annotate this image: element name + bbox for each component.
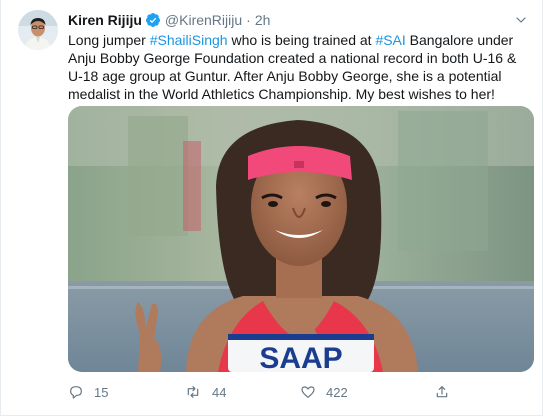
retweet-icon (187, 386, 199, 398)
like-count: 422 (326, 384, 348, 400)
tweet-photo[interactable]: SAAP (68, 106, 534, 372)
caret-down-icon[interactable] (514, 13, 528, 27)
tweet-card[interactable]: Kiren Rijiju @KirenRijiju · 2h Long jump… (0, 0, 543, 416)
hashtag-link[interactable]: #ShailiSingh (150, 32, 228, 48)
header-separator: · (246, 12, 251, 28)
reply-count: 15 (94, 384, 109, 400)
like-icon (301, 386, 315, 398)
share-icon (436, 386, 448, 398)
author-handle[interactable]: @KirenRijiju (165, 12, 242, 28)
reply-button[interactable]: 15 (68, 381, 108, 403)
author-avatar[interactable] (18, 10, 58, 50)
author-name[interactable]: Kiren Rijiju (68, 12, 142, 28)
tweet-text: Long jumper #ShailiSingh who is being tr… (68, 31, 534, 103)
share-button[interactable] (434, 381, 460, 403)
retweet-button[interactable]: 44 (184, 381, 226, 403)
tweet-header: Kiren Rijiju @KirenRijiju · 2h (68, 11, 528, 29)
bib-text: SAAP (259, 342, 342, 372)
tweet-timestamp[interactable]: 2h (255, 12, 271, 28)
tweet-text-part: who is being trained at (227, 32, 376, 48)
tweet-actions: 15 44 422 (68, 381, 468, 403)
retweet-count: 44 (212, 384, 227, 400)
tweet-text-part: Long jumper (68, 32, 150, 48)
like-button[interactable]: 422 (300, 381, 348, 403)
reply-icon (70, 386, 82, 399)
verified-badge-icon (145, 12, 161, 28)
hashtag-link[interactable]: #SAI (375, 32, 405, 48)
